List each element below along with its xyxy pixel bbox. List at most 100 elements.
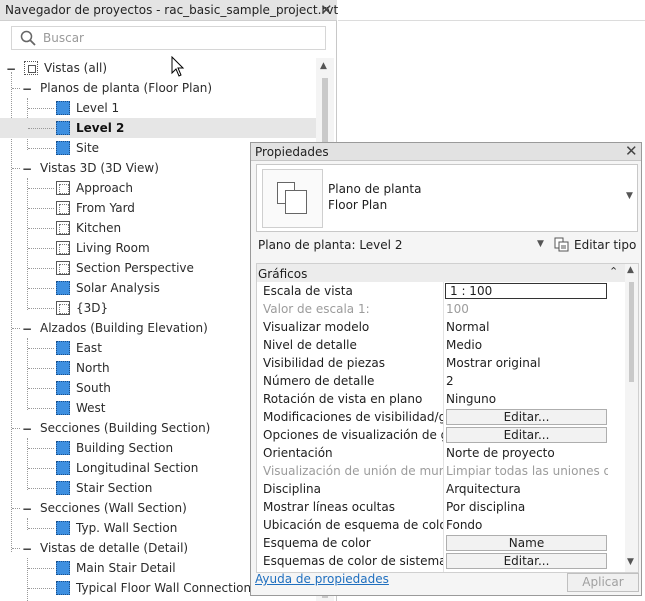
collapse-icon[interactable]: − [22, 82, 32, 96]
project-browser-titlebar: Navegador de proyectos - rac_basic_sampl… [0, 0, 339, 21]
prop-name: Número de detalle [263, 374, 375, 388]
collapse-icon[interactable]: − [22, 542, 32, 556]
edit-graphic-display-button[interactable]: Editar... [446, 427, 607, 443]
3d-view-icon [56, 261, 70, 275]
prop-value[interactable]: Fondo [446, 518, 608, 532]
tree-item-label: South [76, 381, 111, 395]
section-icon [56, 461, 70, 475]
tree-item-label: Longitudinal Section [76, 461, 199, 475]
properties-grid: Gráficos ⌃ Escala de vista 1 : 100 Valor… [256, 263, 639, 573]
prop-row-detail-level[interactable]: Nivel de detalle Medio [257, 336, 625, 354]
properties-scrollbar[interactable]: ▲ ▼ [625, 264, 638, 572]
type-name: Floor Plan [328, 198, 388, 212]
tree-item-label: {3D} [76, 301, 109, 315]
tree-group-label: Alzados (Building Elevation) [40, 321, 208, 335]
section-icon [56, 521, 70, 535]
prop-value[interactable]: Normal [446, 320, 608, 334]
detail-icon [56, 561, 70, 575]
edit-type-icon [554, 237, 569, 252]
project-browser-title: Navegador de proyectos - rac_basic_sampl… [5, 3, 339, 17]
chevron-down-icon[interactable]: ▼ [626, 191, 633, 201]
3d-view-icon [56, 181, 70, 195]
prop-row-system-color-schemes[interactable]: Esquemas de color de sistema Editar... [257, 552, 625, 570]
type-selector[interactable]: Plano de planta Floor Plan ▼ [256, 164, 638, 232]
prop-value[interactable]: Medio [446, 338, 608, 352]
search-input[interactable]: Buscar [11, 26, 326, 50]
prop-row-discipline[interactable]: Disciplina Arquitectura [257, 480, 625, 498]
floor-plan-icon [56, 141, 70, 155]
tree-item-level-2[interactable]: Level 2 [0, 118, 316, 138]
3d-view-icon [56, 241, 70, 255]
view-scale-input[interactable]: 1 : 100 [445, 283, 607, 299]
prop-value[interactable]: Por disciplina [446, 500, 608, 514]
collapse-icon[interactable]: − [6, 62, 16, 76]
group-label: Gráficos [258, 267, 308, 281]
prop-value[interactable]: Norte de proyecto [446, 446, 608, 460]
prop-value[interactable]: Ninguno [446, 392, 608, 406]
prop-row-hidden-lines[interactable]: Mostrar líneas ocultas Por disciplina [257, 498, 625, 516]
floor-plan-icon [56, 101, 70, 115]
scroll-up-icon[interactable]: ▲ [627, 265, 634, 275]
tree-group-label: Planos de planta (Floor Plan) [40, 81, 213, 95]
prop-row-parts-visibility[interactable]: Visibilidad de piezas Mostrar original [257, 354, 625, 372]
tree-root[interactable]: − Vistas (all) [0, 58, 316, 78]
view-tab-strip [338, 0, 645, 21]
type-family: Plano de planta [328, 182, 422, 196]
apply-button[interactable]: Aplicar [567, 573, 639, 592]
tree-item-label: Level 1 [76, 101, 120, 115]
collapse-icon[interactable]: − [22, 162, 32, 176]
prop-name: Ubicación de esquema de color [263, 518, 443, 532]
scroll-down-icon[interactable]: ▼ [627, 557, 634, 567]
tree-item-label: Typ. Wall Section [76, 521, 178, 535]
properties-help-link[interactable]: Ayuda de propiedades [255, 572, 389, 586]
chevron-down-icon[interactable]: ▼ [537, 239, 544, 249]
instance-selector[interactable]: Plano de planta: Level 2 ▼ [254, 235, 548, 255]
prop-name: Modificaciones de visibilidad/gr... [263, 410, 443, 424]
search-placeholder: Buscar [43, 31, 84, 45]
prop-name: Disciplina [263, 482, 322, 496]
prop-row-wall-join-display: Visualización de unión de muros Limpiar … [257, 462, 625, 480]
close-icon[interactable]: ✕ [625, 142, 638, 160]
close-icon[interactable]: ✕ [320, 1, 333, 19]
edit-vg-button[interactable]: Editar... [446, 409, 607, 425]
collapse-icon[interactable]: − [22, 422, 32, 436]
edit-type-button[interactable]: Editar tipo [553, 235, 639, 255]
scrollbar-thumb[interactable] [629, 282, 634, 382]
elevation-icon [56, 361, 70, 375]
tree-item-label: Stair Section [76, 481, 153, 495]
prop-row-graphic-display-options[interactable]: Opciones de visualización de gr... Edita… [257, 426, 625, 444]
tree-item-label: Section Perspective [76, 261, 194, 275]
tree-item-label: Level 2 [76, 121, 125, 135]
prop-value[interactable]: 2 [446, 374, 608, 388]
floor-plan-icon [56, 121, 70, 135]
collapse-icon[interactable]: − [22, 322, 32, 336]
collapse-group-icon[interactable]: ⌃ [609, 265, 618, 278]
edit-system-color-schemes-button[interactable]: Editar... [446, 553, 607, 569]
tree-group-label: Vistas de detalle (Detail) [40, 541, 189, 555]
properties-title: Propiedades [255, 145, 329, 159]
prop-row-scale-value: Valor de escala 1: 100 [257, 300, 625, 318]
prop-value[interactable]: Arquitectura [446, 482, 608, 496]
prop-row-color-scheme[interactable]: Esquema de color Name [257, 534, 625, 552]
prop-row-display-model[interactable]: Visualizar modelo Normal [257, 318, 625, 336]
group-graphics[interactable]: Gráficos ⌃ [257, 264, 625, 282]
tree-item-label: North [76, 361, 110, 375]
scroll-up-icon[interactable]: ▲ [320, 61, 327, 71]
prop-row-orientation[interactable]: Orientación Norte de proyecto [257, 444, 625, 462]
tree-group-floor-plan[interactable]: − Planos de planta (Floor Plan) [0, 78, 316, 98]
tree-root-label: Vistas (all) [44, 61, 108, 75]
prop-row-color-scheme-location[interactable]: Ubicación de esquema de color Fondo [257, 516, 625, 534]
prop-row-rotation[interactable]: Rotación de vista en plano Ninguno [257, 390, 625, 408]
collapse-icon[interactable]: − [22, 502, 32, 516]
tree-item-label: Site [76, 141, 100, 155]
properties-panel: Propiedades ✕ Plano de planta Floor Plan… [250, 142, 642, 596]
prop-row-view-scale[interactable]: Escala de vista 1 : 100 [257, 282, 625, 300]
tree-item-level-1[interactable]: Level 1 [0, 98, 316, 118]
prop-row-detail-number[interactable]: Número de detalle 2 [257, 372, 625, 390]
tree-item-label: West [76, 401, 106, 415]
color-scheme-button[interactable]: Name [446, 535, 607, 551]
prop-row-vg-overrides[interactable]: Modificaciones de visibilidad/gr... Edit… [257, 408, 625, 426]
prop-value[interactable]: Mostrar original [446, 356, 608, 370]
prop-value: 1 : 100 [450, 284, 493, 298]
tree-item-label: From Yard [76, 201, 135, 215]
